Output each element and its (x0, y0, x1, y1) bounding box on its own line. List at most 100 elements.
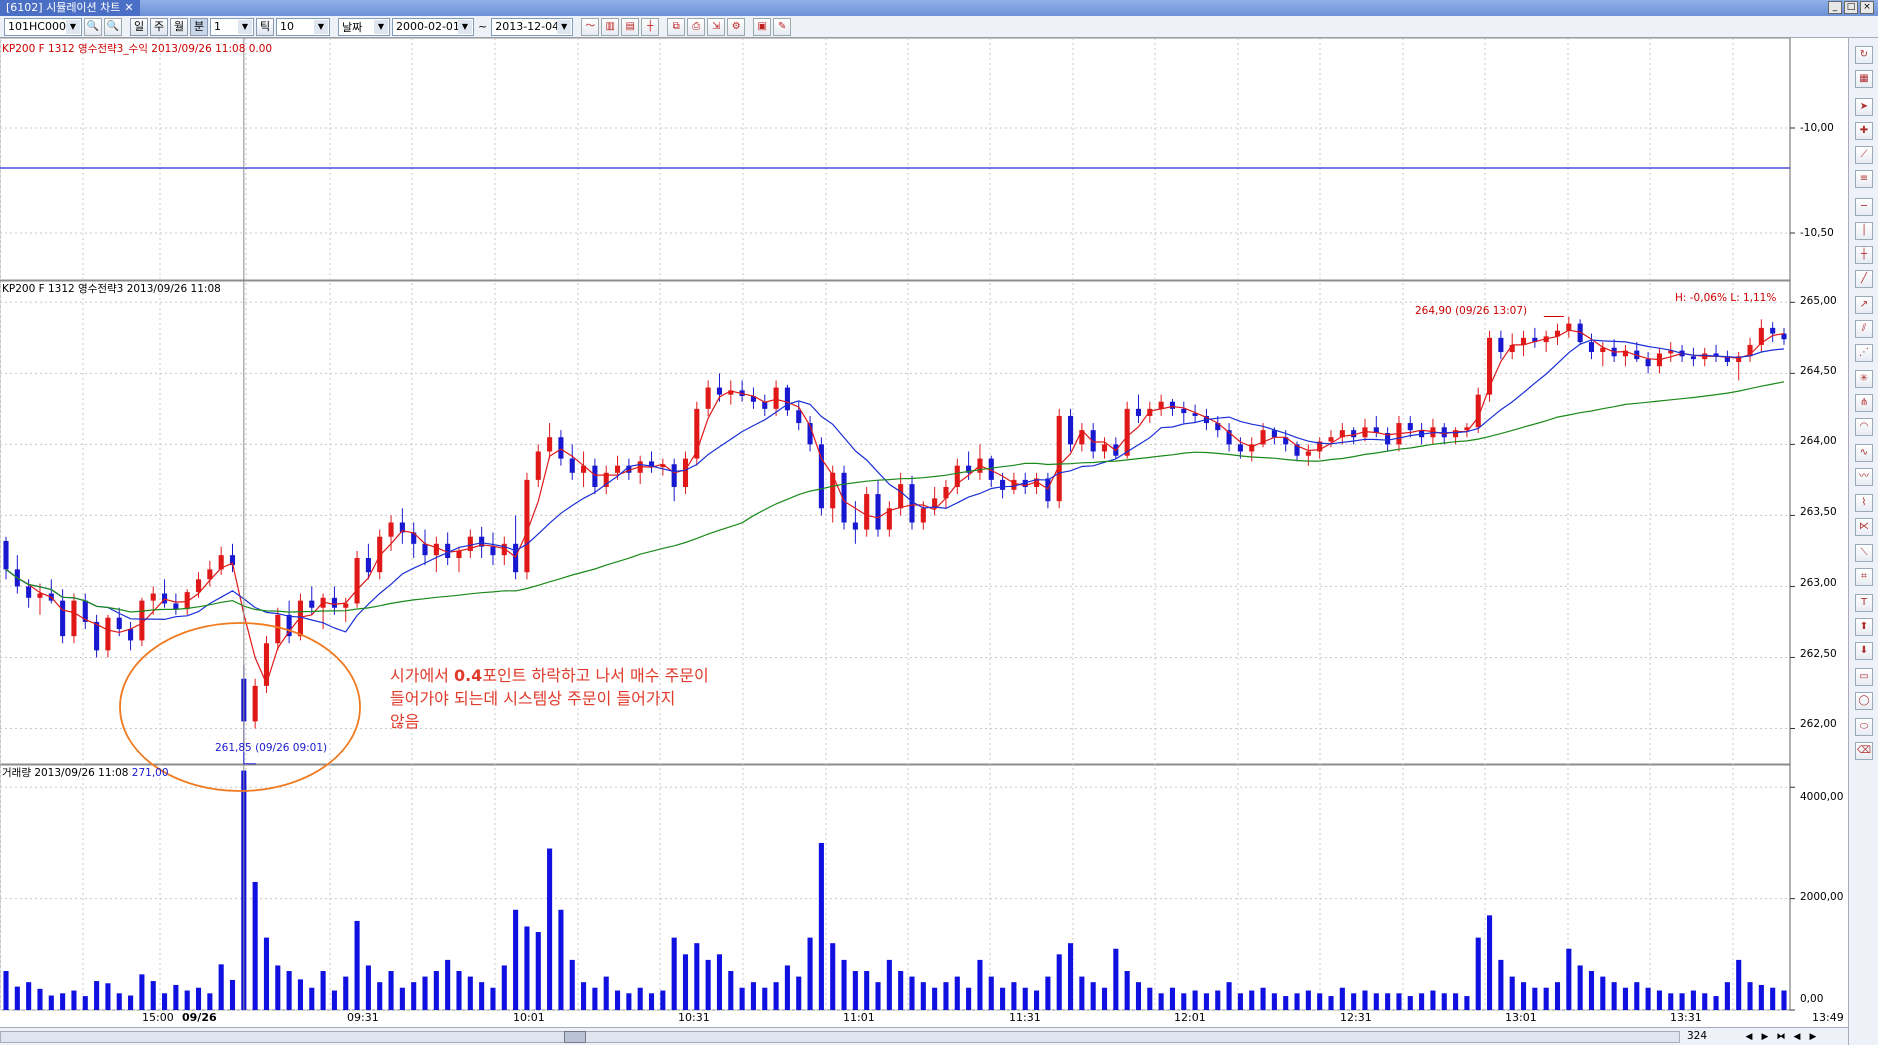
volume-bar (1385, 993, 1391, 1010)
scroll-left-icon[interactable]: ◀ (1742, 1030, 1756, 1044)
volume-bar (377, 982, 383, 1010)
candle-body (569, 458, 575, 473)
volume-bar (954, 976, 960, 1010)
volume-bar (1634, 982, 1640, 1010)
tool-ellipse-icon[interactable]: ⬭ (1855, 718, 1873, 736)
volume-bar (1011, 982, 1017, 1010)
candle-body (716, 387, 723, 395)
tool-hline-icon[interactable]: ─ (1855, 198, 1873, 216)
volume-pane-value: 271,00 (131, 767, 169, 779)
volume-bar (71, 990, 77, 1010)
scroll-prev-icon[interactable]: ◀ (1790, 1030, 1804, 1044)
chart-canvas[interactable] (0, 0, 1848, 1045)
volume-bar (886, 959, 892, 1010)
volume-bar (1124, 971, 1130, 1010)
tool-vline-icon[interactable]: │ (1855, 222, 1873, 240)
volume-bar (1702, 993, 1708, 1010)
tool-cursor-icon[interactable]: ➤ (1855, 98, 1873, 116)
volume-bar (1407, 996, 1413, 1010)
tool-down-arrow-icon[interactable]: ⬇ (1855, 642, 1873, 660)
volume-bar (762, 987, 768, 1010)
volume-bar (1181, 993, 1187, 1010)
candle-body (1305, 451, 1311, 456)
volume-bar (1487, 915, 1493, 1010)
volume-bar (445, 959, 451, 1010)
tool-crosshair-icon[interactable]: ✚ (1855, 122, 1873, 140)
tool-pattern-icon[interactable]: ⌇ (1855, 494, 1873, 512)
candle-body (796, 410, 802, 424)
tool-speed-icon[interactable]: ⋰ (1855, 344, 1873, 362)
tool-wave-icon[interactable]: 〰 (1855, 468, 1873, 486)
candle-body (1158, 401, 1164, 409)
volume-bar (1022, 987, 1028, 1010)
volume-bar (1283, 996, 1289, 1010)
tool-text-icon[interactable]: T (1855, 594, 1873, 612)
tool-fan-icon[interactable]: ⋔ (1855, 394, 1873, 412)
y-tick-label: 264,50 (1800, 365, 1837, 377)
volume-bar (558, 909, 564, 1010)
tool-cycle-icon[interactable]: ∿ (1855, 444, 1873, 462)
tool-gann-icon[interactable]: ✳ (1855, 370, 1873, 388)
x-end-time: 13:49 (1812, 1011, 1844, 1024)
volume-bar (1203, 993, 1209, 1010)
tool-cross-icon[interactable]: ┼ (1855, 246, 1873, 264)
tool-ray-icon[interactable]: ↗ (1855, 296, 1873, 314)
y-tick-label: 0,00 (1800, 993, 1824, 1005)
volume-bar (1237, 993, 1243, 1010)
volume-bar (920, 982, 926, 1010)
tool-circle-icon[interactable]: ◯ (1855, 692, 1873, 710)
bar-count[interactable]: 324 (1685, 1030, 1709, 1044)
tool-regression-icon[interactable]: ⟍ (1855, 544, 1873, 562)
volume-bar (682, 954, 689, 1010)
tool-arc-icon[interactable]: ◠ (1855, 418, 1873, 436)
volume-bar (535, 932, 541, 1010)
volume-bar (1419, 993, 1425, 1010)
volume-bar (716, 954, 723, 1010)
scroll-right-icon[interactable]: ▶ (1758, 1030, 1772, 1044)
tool-erase-icon[interactable]: ⌫ (1855, 742, 1873, 760)
volume-bar (1668, 993, 1674, 1010)
candle-body (864, 494, 870, 530)
volume-bar (26, 982, 32, 1010)
x-tick-label: 10:31 (678, 1011, 710, 1024)
volume-bar (648, 993, 655, 1010)
scroll-thumb[interactable] (564, 1031, 586, 1043)
volume-bar (128, 995, 134, 1010)
volume-bar (841, 959, 847, 1010)
volume-bar (988, 976, 994, 1010)
candle-body (1101, 444, 1108, 452)
volume-bar (1600, 976, 1606, 1010)
volume-bar (1475, 937, 1481, 1010)
candle-body (252, 685, 258, 722)
scroll-next-icon[interactable]: ▶ (1806, 1030, 1820, 1044)
tool-andrews-icon[interactable]: ⋉ (1855, 518, 1873, 536)
tool-up-arrow-icon[interactable]: ⬆ (1855, 618, 1873, 636)
zoom-fit-icon[interactable]: ⧓ (1774, 1030, 1788, 1044)
scroll-track[interactable] (0, 1031, 1680, 1043)
tool-refresh-icon[interactable]: ↻ (1855, 46, 1873, 64)
candle-body (909, 484, 915, 523)
candle-body (365, 558, 371, 573)
x-tick-label: 11:01 (843, 1011, 875, 1024)
annotation-text: 시가에서 0.4포인트 하락하고 나서 매수 주문이 들어가야 되는데 시스템상… (390, 664, 810, 733)
y-tick-label: -10,50 (1800, 227, 1834, 239)
tool-grid-icon[interactable]: ▦ (1855, 70, 1873, 88)
volume-bar (1656, 990, 1662, 1010)
tool-channel-icon[interactable]: ⫽ (1855, 320, 1873, 338)
volume-bar (739, 987, 745, 1010)
volume-bar (1090, 982, 1096, 1010)
tool-line-icon[interactable]: ╱ (1855, 270, 1873, 288)
volume-bar (807, 937, 813, 1010)
y-tick-label: 262,00 (1800, 718, 1837, 730)
close-icon[interactable]: × (1860, 1, 1874, 14)
volume-bar (150, 981, 156, 1010)
volume-bar (433, 971, 439, 1010)
tool-ratio-icon[interactable]: ⌗ (1855, 568, 1873, 586)
x-tick-label: 13:01 (1505, 1011, 1537, 1024)
volume-bar (637, 987, 643, 1010)
tool-trend-icon[interactable]: ⟋ (1855, 146, 1873, 164)
volume-bar (1351, 993, 1357, 1010)
tool-rect-icon[interactable]: ▭ (1855, 668, 1873, 686)
volume-bar (524, 926, 530, 1010)
tool-fib-icon[interactable]: ≡ (1855, 170, 1873, 188)
